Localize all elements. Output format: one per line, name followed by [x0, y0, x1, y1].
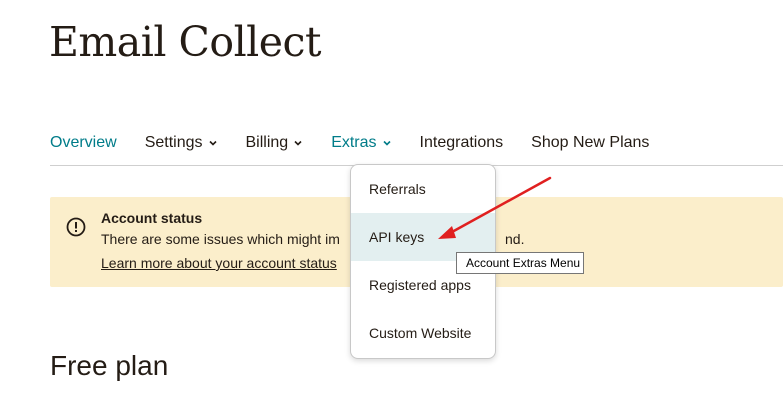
- account-nav: Overview Settings Billing Extras Integra…: [50, 130, 677, 156]
- nav-extras-label: Extras: [331, 134, 377, 151]
- page-title: Email Collect: [49, 18, 322, 66]
- menu-item-custom-website[interactable]: Custom Website: [351, 309, 495, 357]
- nav-integrations-label: Integrations: [419, 134, 504, 151]
- plan-heading: Free plan: [50, 350, 169, 381]
- alert-text-tail: nd.: [505, 231, 525, 247]
- nav-settings[interactable]: Settings: [145, 134, 218, 152]
- nav-integrations[interactable]: Integrations: [420, 134, 504, 152]
- page: Email Collect Overview Settings Billing …: [0, 0, 783, 398]
- nav-billing[interactable]: Billing: [246, 134, 304, 152]
- chevron-down-icon: [208, 140, 217, 146]
- nav-shop-new-plans[interactable]: Shop New Plans: [531, 134, 649, 152]
- nav-settings-label: Settings: [144, 134, 203, 151]
- nav-overview-label: Overview: [50, 134, 117, 151]
- nav-overview[interactable]: Overview: [50, 134, 117, 152]
- alert-text: There are some issues which might im: [101, 231, 340, 247]
- exclamation-circle-icon: [66, 217, 86, 237]
- nav-extras[interactable]: Extras: [331, 134, 391, 152]
- account-status-link[interactable]: Learn more about your account status: [101, 255, 337, 271]
- tooltip: Account Extras Menu: [456, 252, 584, 274]
- chevron-down-icon: [382, 140, 391, 146]
- nav-shop-new-plans-label: Shop New Plans: [531, 134, 650, 151]
- chevron-down-icon: [294, 140, 302, 146]
- menu-item-referrals[interactable]: Referrals: [351, 165, 495, 213]
- alert-title: Account status: [101, 210, 203, 226]
- nav-billing-label: Billing: [245, 134, 289, 151]
